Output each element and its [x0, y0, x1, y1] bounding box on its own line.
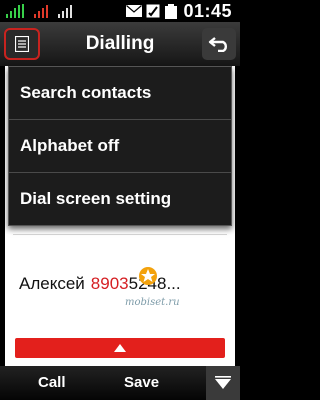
menu-item-label: Search contacts [20, 83, 152, 102]
save-button[interactable]: Save [124, 374, 159, 391]
call-button[interactable]: Call [38, 374, 66, 391]
watermark: mobiset.ru [125, 297, 180, 308]
softkey-bar: Call Save [0, 366, 240, 400]
envelope-icon [126, 5, 142, 17]
down-triangle-icon [215, 376, 231, 389]
number-match: 8903 [90, 274, 129, 293]
menu-item-search-contacts[interactable]: Search contacts [9, 67, 231, 119]
secondary-signal-icon [34, 4, 54, 18]
status-bar: 01:45 [0, 0, 240, 22]
menu-item-label: Alphabet off [20, 136, 120, 155]
menu-item-dial-screen-setting[interactable]: Dial screen setting [9, 173, 231, 225]
options-menu: Search contacts Alphabet off Dial screen… [8, 66, 232, 226]
more-button[interactable] [206, 366, 240, 400]
expand-keypad-button[interactable] [15, 338, 225, 358]
signal-icon [6, 4, 28, 18]
battery-icon [165, 4, 177, 19]
up-triangle-icon [114, 344, 126, 352]
divider [13, 234, 227, 235]
menu-item-label: Dial screen setting [20, 189, 172, 208]
cursor-star-icon [139, 267, 157, 285]
title-bar: Dialling [0, 22, 240, 66]
back-button[interactable] [202, 28, 236, 60]
menu-item-alphabet-off[interactable]: Alphabet off [9, 120, 231, 172]
back-arrow-icon [208, 37, 227, 52]
network-icon [58, 4, 80, 18]
clock: 01:45 [183, 1, 232, 21]
contact-name: Алексей [19, 274, 85, 293]
dialled-number: 89035248... [91, 274, 181, 293]
call-status-icon [146, 4, 160, 18]
